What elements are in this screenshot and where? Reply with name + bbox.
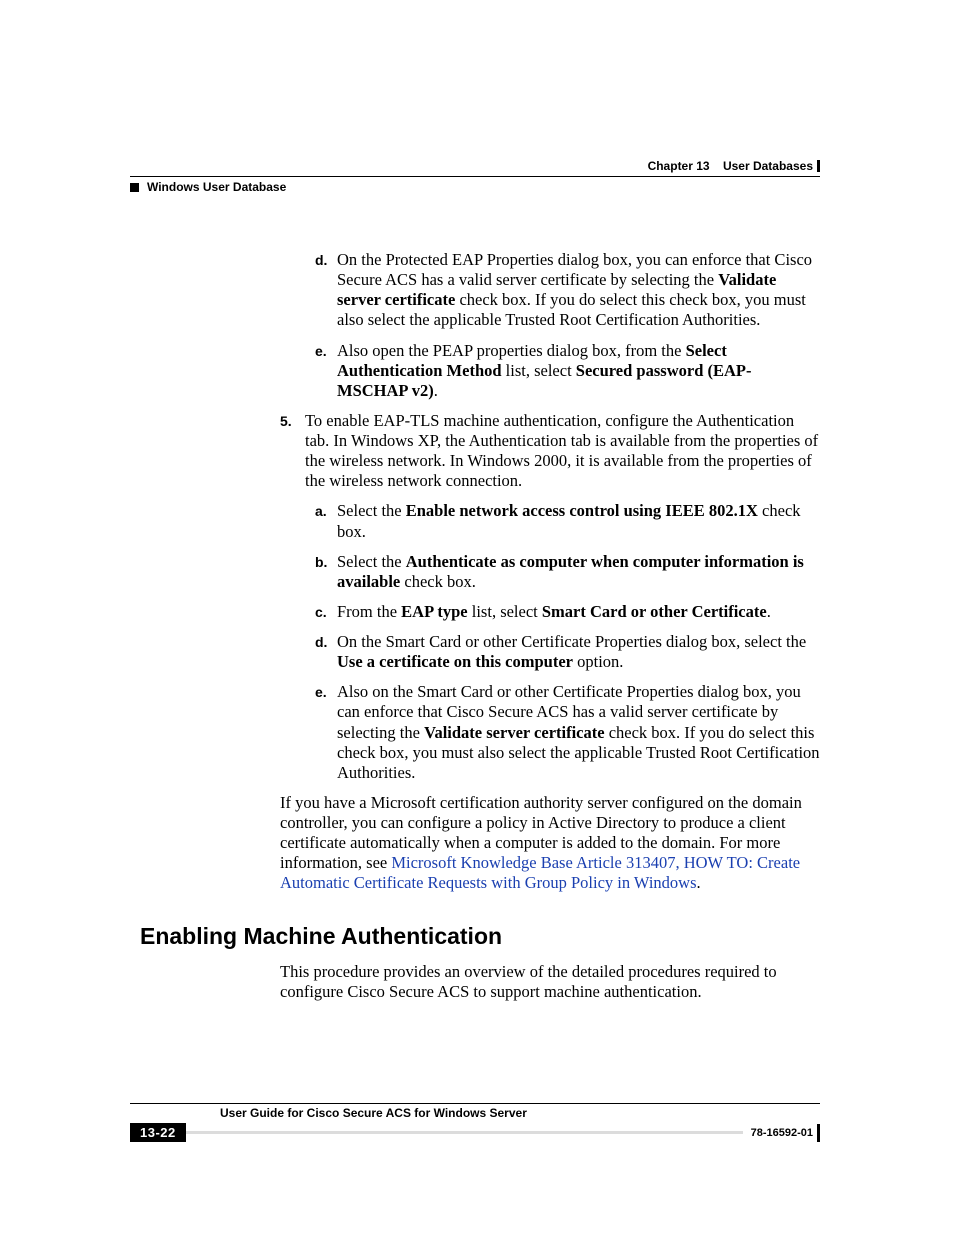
substep-marker: c. <box>315 602 337 622</box>
chapter-number: Chapter 13 <box>648 159 710 173</box>
substep-body: Select the Authenticate as computer when… <box>337 552 820 592</box>
running-header: Chapter 13 User Databases Windows User D… <box>130 160 820 200</box>
substep-body: On the Protected EAP Properties dialog b… <box>337 250 820 331</box>
substep-marker: d. <box>315 632 337 672</box>
substep-body: Also on the Smart Card or other Certific… <box>337 682 820 783</box>
header-rule <box>130 176 820 177</box>
substep-5b: b. Select the Authenticate as computer w… <box>315 552 820 592</box>
step-body: To enable EAP-TLS machine authentication… <box>305 411 820 492</box>
body-content: d. On the Protected EAP Properties dialo… <box>130 250 820 1002</box>
square-bullet-icon <box>130 183 139 192</box>
substep-body: Select the Enable network access control… <box>337 501 820 541</box>
substep-body: On the Smart Card or other Certificate P… <box>337 632 820 672</box>
step-marker: 5. <box>280 411 305 492</box>
page-footer: User Guide for Cisco Secure ACS for Wind… <box>130 1103 820 1142</box>
substep-marker: d. <box>315 250 337 331</box>
section-intro: This procedure provides an overview of t… <box>280 962 820 1002</box>
substep-marker: b. <box>315 552 337 592</box>
substep-marker: e. <box>315 341 337 401</box>
section-heading: Enabling Machine Authentication <box>140 922 820 950</box>
footer-rule <box>130 1103 820 1104</box>
substep-5e: e. Also on the Smart Card or other Certi… <box>315 682 820 783</box>
substep-5a: a. Select the Enable network access cont… <box>315 501 820 541</box>
page-number: 13-22 <box>130 1123 186 1142</box>
document-number: 78-16592-01 <box>743 1124 820 1142</box>
substep-e: e. Also open the PEAP properties dialog … <box>315 341 820 401</box>
substep-d: d. On the Protected EAP Properties dialo… <box>315 250 820 331</box>
substep-body: Also open the PEAP properties dialog box… <box>337 341 820 401</box>
footer-guide-title: User Guide for Cisco Secure ACS for Wind… <box>220 1106 820 1120</box>
substep-marker: a. <box>315 501 337 541</box>
closing-paragraph: If you have a Microsoft certification au… <box>280 793 820 894</box>
substep-body: From the EAP type list, select Smart Car… <box>337 602 820 622</box>
substep-5c: c. From the EAP type list, select Smart … <box>315 602 820 622</box>
step-5: 5. To enable EAP-TLS machine authenticat… <box>280 411 820 492</box>
substep-marker: e. <box>315 682 337 783</box>
footer-bar <box>186 1131 743 1134</box>
substep-5d: d. On the Smart Card or other Certificat… <box>315 632 820 672</box>
chapter-title: User Databases <box>723 159 813 173</box>
section-title: Windows User Database <box>147 180 286 194</box>
